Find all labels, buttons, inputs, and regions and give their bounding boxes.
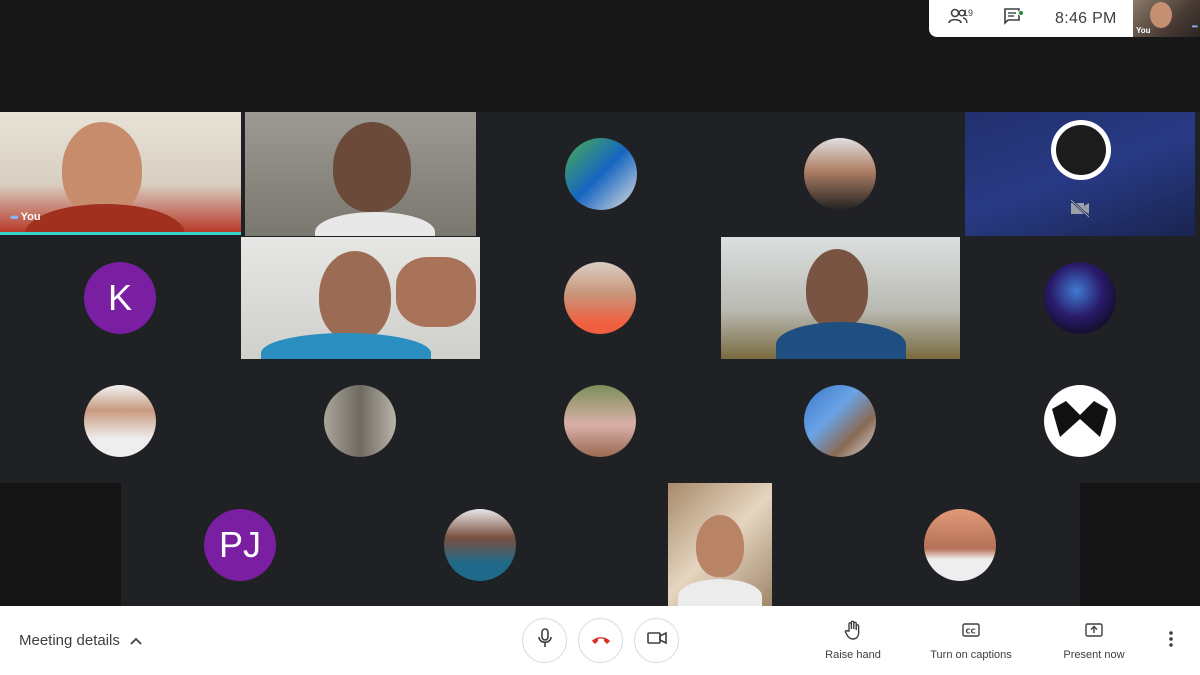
participant-avatar [1044,262,1116,334]
more-options-button[interactable] [1168,630,1174,653]
participant-avatar [924,509,996,581]
participant-avatar [444,509,516,581]
camera-off-icon [1069,198,1091,223]
chevron-up-icon [130,632,142,649]
participant-tile-3[interactable] [480,112,720,236]
participant-tile-12[interactable] [240,359,480,482]
participant-avatar [565,138,637,210]
hand-icon [844,620,862,645]
camera-button[interactable] [634,618,679,663]
participant-avatar [804,385,876,457]
participant-face [696,515,744,577]
bottom-toolbar: Meeting details Raise hand CC Turn on ca… [0,606,1200,675]
participant-body [261,333,431,359]
row4-right-filler [1080,483,1200,606]
participant-tile-5[interactable] [965,112,1195,236]
participant-tile-7[interactable] [241,237,480,359]
obs-avatar [1051,120,1111,180]
participant-tile-17[interactable] [361,483,601,606]
participant-body [776,322,906,359]
participant-avatar [564,385,636,457]
participant-face [806,249,868,329]
mic-icon [537,628,553,653]
self-view-dots: ••• [1191,22,1198,31]
participant-tile-4[interactable] [720,112,960,236]
participant-avatar-k: K [84,262,156,334]
participants-button[interactable]: 19 [937,0,979,37]
self-view-label: You [1136,26,1151,35]
participant-face [333,122,411,212]
raise-hand-button[interactable]: Raise hand [803,620,903,661]
chat-button[interactable] [991,0,1033,37]
captions-label: Turn on captions [930,649,1012,661]
present-now-label: Present now [1063,649,1125,661]
participant-body [315,212,435,236]
participant-face [62,122,142,217]
row4-left-filler [0,483,121,606]
participant-avatar [804,138,876,210]
present-now-button[interactable]: Present now [1044,620,1144,661]
meeting-details-button[interactable]: Meeting details [19,632,142,649]
raise-hand-label: Raise hand [825,649,881,661]
more-vert-icon [1168,631,1174,652]
participant-tile-11[interactable] [0,359,240,482]
meeting-details-label: Meeting details [19,632,120,649]
participant-tile-9[interactable] [721,237,960,359]
participant-body [678,579,762,606]
participant-tile-18[interactable] [668,483,772,606]
participant-tile-you[interactable]: ••• You [0,112,241,232]
meeting-stage: ••• You K PJ [0,0,1200,606]
chat-unread-dot [1018,10,1024,16]
captions-icon: CC [962,620,980,645]
speaking-indicator [0,232,241,235]
participant-body [25,204,185,232]
participant-avatar [324,385,396,457]
participant-tile-k[interactable]: K [0,236,240,359]
mic-button[interactable] [522,618,567,663]
end-call-button[interactable] [578,618,623,663]
participant-avatar [1044,385,1116,457]
end-call-icon [591,632,611,650]
self-view-thumbnail[interactable]: You ••• [1133,0,1200,37]
svg-text:CC: CC [966,628,976,636]
participant-tile-8[interactable] [480,236,720,359]
participant-avatar [84,385,156,457]
participant-avatar-pj: PJ [204,509,276,581]
participant-tile-2[interactable] [245,112,476,236]
participant-face [319,251,391,341]
participant-avatar [564,262,636,334]
camera-icon [646,631,667,650]
participant-tile-14[interactable] [720,359,960,482]
participant-tile-10[interactable] [960,236,1200,359]
you-label: ••• You [10,210,41,224]
participant-tile-19[interactable] [840,483,1080,606]
self-face [1150,2,1172,28]
participant-tile-pj[interactable]: PJ [121,483,361,606]
meeting-info-bar: 19 8:46 PM [929,0,1133,37]
participant-hand [396,257,476,327]
clock: 8:46 PM [1055,9,1117,27]
participant-tile-15[interactable] [960,359,1200,482]
captions-button[interactable]: CC Turn on captions [921,620,1021,661]
participant-tile-13[interactable] [480,359,720,482]
participant-count: 19 [963,8,974,18]
present-icon [1085,620,1103,645]
